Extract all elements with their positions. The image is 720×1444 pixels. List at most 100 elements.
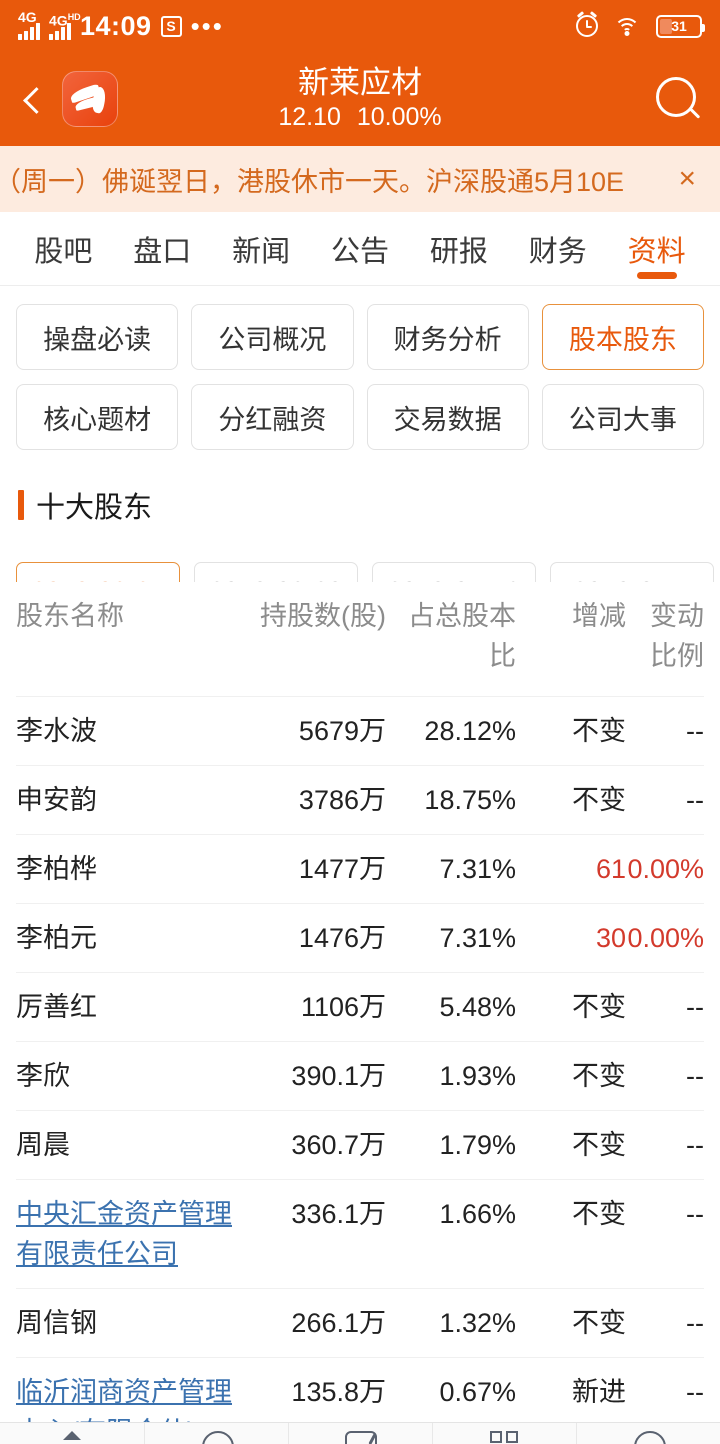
date-chip[interactable]: 2019-01-1 [550, 562, 714, 582]
category-label: 核心题材 [43, 404, 152, 435]
category-label: 公司大事 [568, 404, 677, 435]
cell-change: 不变 [572, 1061, 626, 1091]
category-trading-data[interactable]: 交易数据 [366, 384, 529, 450]
tab-label: 股吧 [34, 235, 93, 268]
table-row: 周晨 360.7万 1.79% 不变 -- [16, 1111, 704, 1180]
tab-label: 资料 [627, 235, 686, 268]
stock-change-percent: 10.00% [356, 103, 442, 131]
column-header-change-rate: 变动比例 [650, 601, 704, 671]
tab-finance[interactable]: 财务 [508, 212, 607, 285]
table-row: 中央汇金资产管理有限责任公司 336.1万 1.66% 不变 -- [16, 1180, 704, 1289]
sim-card-icon: S [160, 15, 182, 37]
category-core-themes[interactable]: 核心题材 [16, 384, 179, 450]
date-chip[interactable]: 2019-01-18 [372, 562, 536, 582]
cell-percent: 1.66% [439, 1199, 516, 1229]
shareholder-name: 李水波 [16, 716, 97, 746]
category-shareholders[interactable]: 股本股东 [541, 304, 704, 370]
cell-change-rate: -- [686, 1377, 704, 1407]
section-title: 十大股东 [36, 492, 153, 524]
cell-percent: 1.93% [439, 1061, 516, 1091]
stock-price: 12.10 [278, 103, 341, 131]
cell-holdings: 360.7万 [291, 1130, 386, 1160]
category-caopan-bidu[interactable]: 操盘必读 [16, 304, 179, 370]
tab-research[interactable]: 研报 [409, 212, 508, 285]
shareholder-name: 李柏桦 [16, 854, 97, 884]
shareholder-name-link[interactable]: 中央汇金资产管理有限责任公司 [16, 1194, 246, 1274]
search-icon[interactable] [654, 75, 702, 123]
category-company-overview[interactable]: 公司概况 [191, 304, 354, 370]
tab-news[interactable]: 新闻 [212, 212, 311, 285]
table-row: 厉善红 1106万 5.48% 不变 -- [16, 973, 704, 1042]
circle-icon [631, 1429, 666, 1444]
shareholder-name: 李柏元 [16, 923, 97, 953]
table-header-row: 股东名称 持股数(股) 占总股本比 增减 变动比例 [16, 582, 704, 697]
table-row: 李柏桦 1477万 7.31% 61 0.00% [16, 835, 704, 904]
column-header-change: 增减 [572, 601, 626, 631]
tab-label: 研报 [429, 235, 488, 268]
cell-change-rate: 0.00% [627, 923, 704, 953]
back-button[interactable] [18, 82, 52, 116]
category-company-events[interactable]: 公司大事 [541, 384, 704, 450]
category-row-1: 操盘必读 公司概况 财务分析 股本股东 [16, 304, 704, 370]
cell-change: 30 [595, 923, 626, 953]
bottom-nav-bar [0, 1422, 720, 1444]
cell-change: 不变 [572, 1130, 626, 1160]
cell-holdings: 135.8万 [291, 1377, 386, 1407]
caret-up-icon [55, 1429, 89, 1444]
table-body: 李水波 5679万 28.12% 不变 -- 申安韵 3786万 18.75% 不变 -- 李柏桦 1… [16, 697, 704, 1444]
tab-pankou[interactable]: 盘口 [113, 212, 212, 285]
tab-label: 新闻 [232, 235, 291, 268]
close-icon[interactable]: × [672, 162, 702, 196]
notice-text: （周一）佛诞翌日，港股休市一天。沪深股通5月10E [0, 166, 625, 197]
bottom-nav-item[interactable] [144, 1423, 288, 1444]
column-header-name: 股东名称 [16, 601, 124, 631]
date-chip[interactable]: 2019-03-31 [16, 562, 180, 582]
category-financial-analysis[interactable]: 财务分析 [366, 304, 529, 370]
signal-4g-label: 4G [18, 9, 37, 25]
main-tab-bar: 股吧 盘口 新闻 公告 研报 财务 资料 [0, 212, 720, 286]
cell-percent: 7.31% [439, 854, 516, 884]
bottom-nav-item[interactable] [288, 1423, 432, 1444]
category-dividend-financing[interactable]: 分红融资 [191, 384, 354, 450]
tab-announcement[interactable]: 公告 [311, 212, 410, 285]
cell-holdings: 1477万 [298, 854, 386, 884]
cell-change: 不变 [572, 1199, 626, 1229]
cell-holdings: 3786万 [298, 785, 386, 815]
cell-change-rate: 0.00% [627, 854, 704, 884]
category-row-2: 核心题材 分红融资 交易数据 公司大事 [16, 384, 704, 450]
cell-percent: 1.79% [439, 1130, 516, 1160]
cell-percent: 0.67% [439, 1377, 516, 1407]
cell-holdings: 5679万 [298, 716, 386, 746]
status-bar-clock: 14:09 [80, 10, 152, 41]
tab-label: 盘口 [133, 235, 192, 268]
cell-change: 不变 [572, 716, 626, 746]
status-more-icon: ••• [190, 11, 224, 41]
date-chip[interactable]: 2019-03-29 [194, 562, 358, 582]
tab-data[interactable]: 资料 [607, 212, 706, 285]
signal-4ghd-icon: 4GHD [49, 12, 81, 40]
bottom-nav-item[interactable] [0, 1423, 144, 1444]
cell-change-rate: -- [686, 1130, 704, 1160]
date-chip-list: 2019-03-31 2019-03-29 2019-01-18 2019-01… [0, 540, 720, 582]
signal-4g-icon: 4G [18, 9, 40, 40]
cell-holdings: 336.1万 [291, 1199, 386, 1229]
cell-change-rate: -- [686, 785, 704, 815]
notice-banner: （周一）佛诞翌日，港股休市一天。沪深股通5月10E × [0, 146, 720, 212]
shareholder-name: 厉善红 [16, 992, 97, 1022]
status-bar-right: 31 [576, 14, 705, 38]
cell-holdings: 266.1万 [291, 1308, 386, 1338]
cell-change: 新进 [572, 1377, 626, 1407]
category-label: 分红融资 [218, 404, 327, 435]
category-label: 操盘必读 [43, 324, 152, 355]
column-header-holdings: 持股数(股) [260, 601, 386, 631]
cell-percent: 18.75% [424, 785, 516, 815]
cell-percent: 1.32% [439, 1308, 516, 1338]
shareholder-name: 申安韵 [16, 785, 97, 815]
category-grid: 操盘必读 公司概况 财务分析 股本股东 核心题材 分红融资 交易数据 公司大事 [0, 286, 720, 474]
cell-change: 不变 [572, 992, 626, 1022]
tab-gubа[interactable]: 股吧 [14, 212, 113, 285]
bottom-nav-item[interactable] [432, 1423, 576, 1444]
category-label: 股本股东 [568, 324, 677, 355]
app-logo-icon[interactable] [62, 71, 118, 127]
bottom-nav-item[interactable] [576, 1423, 720, 1444]
